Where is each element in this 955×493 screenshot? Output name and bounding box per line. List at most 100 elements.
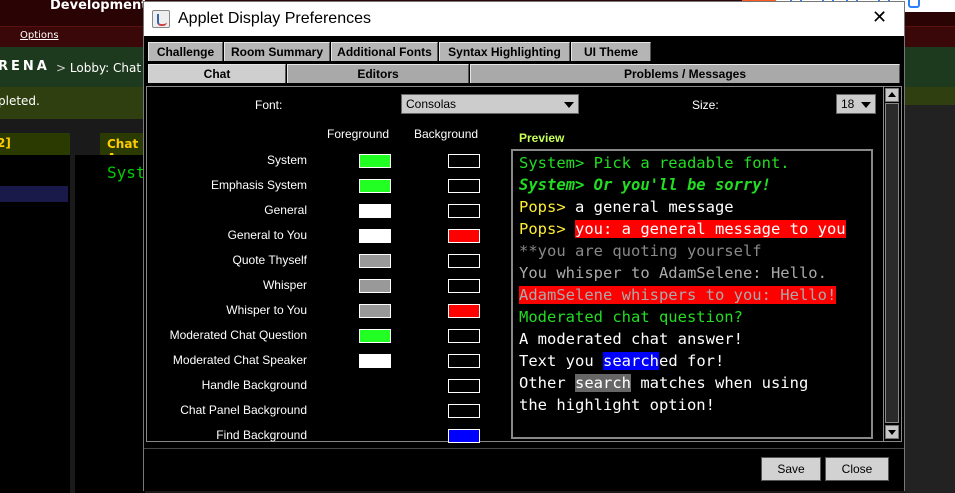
color-row-label: Find Background bbox=[216, 428, 307, 442]
save-button[interactable]: Save bbox=[761, 457, 821, 481]
background-color-swatch[interactable] bbox=[448, 429, 480, 443]
size-select-value: 18 bbox=[841, 97, 855, 111]
background-color-swatch[interactable] bbox=[448, 379, 480, 393]
preview-segment: You whisper to AdamSelene: Hello. bbox=[519, 264, 827, 282]
preview-line: System> Pick a readable font. bbox=[519, 152, 790, 174]
background-color-swatch[interactable] bbox=[448, 229, 480, 243]
user-list-pane[interactable] bbox=[0, 155, 70, 493]
preview-segment: AdamSelene whispers to you: Hello! bbox=[519, 286, 837, 304]
vertical-scrollbar[interactable] bbox=[883, 87, 901, 441]
color-row-label: Quote Thyself bbox=[232, 253, 307, 267]
close-icon[interactable]: ✕ bbox=[872, 7, 887, 28]
preview-segment: Pops> bbox=[519, 198, 566, 216]
preview-segment: Other bbox=[519, 374, 575, 392]
tab-additional-fonts[interactable]: Additional Fonts bbox=[331, 42, 438, 61]
foreground-color-swatch[interactable] bbox=[359, 179, 391, 193]
java-app-icon bbox=[152, 10, 170, 28]
breadcrumb: > Lobby: Chat R bbox=[56, 61, 153, 75]
preview-line: AdamSelene whispers to you: Hello! bbox=[519, 284, 837, 306]
scroll-down-icon[interactable] bbox=[885, 425, 899, 439]
preview-segment: the highlight option! bbox=[519, 396, 715, 414]
preview-segment: Moderated chat question? bbox=[519, 308, 743, 326]
menu-options[interactable]: Options bbox=[20, 30, 59, 41]
font-select-value: Consolas bbox=[406, 97, 457, 111]
color-row-label: General to You bbox=[227, 228, 307, 242]
chevron-down-icon bbox=[564, 102, 574, 108]
preview-segment: System> Pick a readable font. bbox=[519, 154, 790, 172]
tab-problems-messages[interactable]: Problems / Messages bbox=[470, 64, 900, 83]
foreground-color-swatch[interactable] bbox=[359, 229, 391, 243]
preview-segment: ed for! bbox=[659, 352, 725, 370]
preview-line: Other search matches when using bbox=[519, 372, 808, 394]
size-select[interactable]: 18 bbox=[836, 94, 876, 114]
breadcrumb-separator: > bbox=[56, 61, 67, 75]
preview-line: System> Or you'll be sorry! bbox=[519, 174, 771, 196]
tab-chat[interactable]: Chat bbox=[148, 64, 286, 83]
foreground-color-swatch[interactable] bbox=[359, 329, 391, 343]
preview-line: Pops> a general message bbox=[519, 196, 734, 218]
preview-segment bbox=[566, 220, 575, 238]
preview-line: Text you searched for! bbox=[519, 350, 724, 372]
color-row-label: General bbox=[264, 203, 307, 217]
arena-label: RENA bbox=[0, 59, 50, 74]
size-label: Size: bbox=[692, 98, 719, 112]
tab-challenge[interactable]: Challenge bbox=[148, 42, 223, 61]
scrollbar-thumb[interactable] bbox=[885, 103, 899, 423]
color-row-label: Emphasis System bbox=[210, 178, 307, 192]
preview-line: You whisper to AdamSelene: Hello. bbox=[519, 262, 827, 284]
foreground-color-swatch[interactable] bbox=[359, 279, 391, 293]
background-color-swatch[interactable] bbox=[448, 404, 480, 418]
color-row-label: Moderated Chat Question bbox=[169, 328, 307, 342]
preview-label: Preview bbox=[519, 131, 565, 145]
background-color-swatch[interactable] bbox=[448, 154, 480, 168]
preview-segment: you: a general message to you bbox=[575, 220, 846, 238]
user-list-selected-row[interactable] bbox=[0, 186, 68, 202]
preview-segment: search bbox=[575, 374, 631, 392]
tab-ui-theme[interactable]: UI Theme bbox=[571, 42, 651, 61]
background-color-swatch[interactable] bbox=[448, 329, 480, 343]
color-row-label: Whisper to You bbox=[226, 303, 307, 317]
dialog-title-bar[interactable]: Applet Display Preferences ✕ bbox=[144, 2, 904, 36]
foreground-header: Foreground bbox=[327, 127, 390, 141]
preview-line: **you are quoting yourself bbox=[519, 240, 762, 262]
close-button[interactable]: Close bbox=[825, 457, 889, 481]
background-color-swatch[interactable] bbox=[448, 179, 480, 193]
preview-segment: **you are quoting yourself bbox=[519, 242, 762, 260]
tab-editors[interactable]: Editors bbox=[287, 64, 469, 83]
foreground-color-swatch[interactable] bbox=[359, 254, 391, 268]
background-color-swatch[interactable] bbox=[448, 254, 480, 268]
preview-segment: A moderated chat answer! bbox=[519, 330, 743, 348]
grid-icon[interactable] bbox=[908, 0, 920, 8]
preview-line: the highlight option! bbox=[519, 394, 715, 416]
background-color-swatch[interactable] bbox=[448, 304, 480, 318]
preferences-dialog: Applet Display Preferences ✕ Challenge R… bbox=[143, 1, 905, 491]
preview-segment: Text you bbox=[519, 352, 603, 370]
breadcrumb-text[interactable]: Lobby: Chat R bbox=[70, 61, 153, 75]
preview-line: Pops> you: a general message to you bbox=[519, 218, 846, 240]
color-row-label: Chat Panel Background bbox=[180, 403, 307, 417]
foreground-color-swatch[interactable] bbox=[359, 354, 391, 368]
app-title: Development bbox=[50, 0, 148, 13]
preview-segment: System> Or you'll be sorry! bbox=[519, 176, 771, 194]
status-text: pleted. bbox=[0, 94, 40, 108]
background-color-swatch[interactable] bbox=[448, 204, 480, 218]
chat-text: Syst bbox=[107, 163, 146, 182]
preview-pane: System> Pick a readable font. System> Or … bbox=[511, 149, 873, 439]
font-label: Font: bbox=[255, 98, 283, 112]
foreground-color-swatch[interactable] bbox=[359, 304, 391, 318]
scroll-up-icon[interactable] bbox=[885, 88, 899, 102]
preview-line: Moderated chat question? bbox=[519, 306, 743, 328]
chat-pane[interactable] bbox=[75, 155, 145, 493]
font-select[interactable]: Consolas bbox=[401, 94, 579, 114]
background-color-swatch[interactable] bbox=[448, 354, 480, 368]
background-color-swatch[interactable] bbox=[448, 279, 480, 293]
color-row-label: Handle Background bbox=[201, 378, 307, 392]
dialog-footer: Save Close bbox=[144, 448, 904, 491]
color-row-label: Moderated Chat Speaker bbox=[172, 353, 307, 367]
tab-syntax-highlighting[interactable]: Syntax Highlighting bbox=[439, 42, 570, 61]
foreground-color-swatch[interactable] bbox=[359, 204, 391, 218]
left-panel-title: 2] bbox=[0, 136, 11, 150]
right-background-pane bbox=[905, 105, 955, 493]
foreground-color-swatch[interactable] bbox=[359, 154, 391, 168]
tab-room-summary[interactable]: Room Summary bbox=[224, 42, 330, 61]
